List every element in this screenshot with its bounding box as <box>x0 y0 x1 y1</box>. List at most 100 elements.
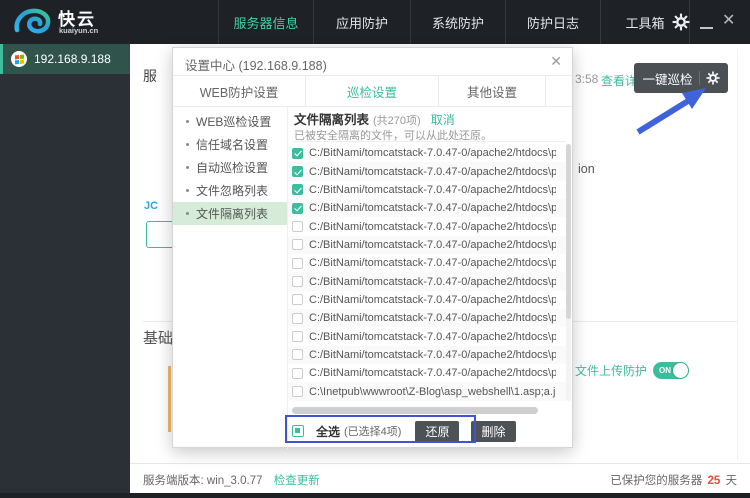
quarantine-count: (共270项) <box>373 115 421 127</box>
bullet-icon <box>186 166 189 169</box>
vertical-scrollbar[interactable] <box>566 144 571 401</box>
modal-title-bar: 设置中心 (192.168.9.188) ✕ <box>173 48 572 76</box>
row-checkbox[interactable] <box>292 331 303 343</box>
quarantine-row[interactable]: C:/BitNami/tomcatstack-7.0.47-0/apache2/… <box>288 327 566 345</box>
divider <box>293 141 566 142</box>
row-checkbox[interactable] <box>292 221 303 233</box>
bg-icon-sliver <box>168 366 171 432</box>
selected-count-note: (已选择4项) <box>344 426 402 438</box>
modal-tabs: WEB防护设置 巡检设置 其他设置 <box>173 76 572 107</box>
restore-button[interactable]: 还原 <box>415 420 460 442</box>
scan-time-fragment: 3:58 <box>575 72 599 86</box>
quarantine-row[interactable]: C:/BitNami/tomcatstack-7.0.47-0/apache2/… <box>288 162 566 181</box>
divider <box>698 71 700 85</box>
quarantine-row[interactable]: C:/BitNami/tomcatstack-7.0.47-0/apache2/… <box>288 309 566 328</box>
quarantine-row[interactable]: C:/BitNami/tomcatstack-7.0.47-0/apache2/… <box>288 181 566 199</box>
menu-item-web-scan-settings[interactable]: WEB巡检设置 <box>173 110 287 133</box>
window-bottom-border <box>0 493 750 498</box>
file-path: C:/BitNami/tomcatstack-7.0.47-0/apache2/… <box>309 348 556 361</box>
menu-item-label: 自动巡检设置 <box>196 161 269 175</box>
minimize-icon[interactable] <box>700 27 713 29</box>
gear-icon[interactable] <box>706 71 720 85</box>
modal-title: 设置中心 (192.168.9.188) <box>185 59 327 73</box>
title-bar: 快云 kuaiyun.cn 服务器信息 应用防护 系统防护 防护日志 工具箱 ✕ <box>0 0 750 44</box>
file-path: C:/BitNami/tomcatstack-7.0.47-0/apache2/… <box>309 147 556 160</box>
file-path: C:/BitNami/tomcatstack-7.0.47-0/apache2/… <box>309 367 556 380</box>
quarantine-row[interactable]: C:/BitNami/tomcatstack-7.0.47-0/apache2/… <box>288 291 566 309</box>
row-checkbox[interactable] <box>292 202 303 214</box>
bg-base-heading-fragment: 基础安全 <box>143 330 172 345</box>
row-checkbox[interactable] <box>292 367 303 379</box>
bullet-icon <box>186 120 189 123</box>
menu-item-trusted-domains[interactable]: 信任域名设置 <box>173 133 287 156</box>
modal-close-icon[interactable]: ✕ <box>550 53 562 70</box>
menu-item-auto-scan-settings[interactable]: 自动巡检设置 <box>173 156 287 179</box>
quarantine-row[interactable]: C:/BitNami/tomcatstack-7.0.47-0/apache2/… <box>288 272 566 291</box>
select-all-checkbox[interactable] <box>292 425 304 437</box>
tab-other-settings[interactable]: 其他设置 <box>439 76 546 107</box>
menu-item-file-ignore-list[interactable]: 文件忽略列表 <box>173 179 287 202</box>
horizontal-scrollbar-thumb[interactable] <box>292 407 538 414</box>
quarantine-row[interactable]: C:/BitNami/tomcatstack-7.0.47-0/apache2/… <box>288 235 566 255</box>
file-path: C:/BitNami/tomcatstack-7.0.47-0/apache2/… <box>309 165 556 178</box>
row-checkbox[interactable] <box>292 276 303 288</box>
server-ip-label: 192.168.9.188 <box>34 52 111 66</box>
menu-item-file-quarantine-list[interactable]: 文件隔离列表 <box>173 202 287 225</box>
quarantine-row[interactable]: C:\Inetpub\wwwroot\Z-Blog\asp_webshell\1… <box>288 382 566 401</box>
row-checkbox[interactable] <box>292 166 303 178</box>
bg-content-border <box>737 50 738 460</box>
nav-tab-system-protection[interactable]: 系统防护 <box>410 0 505 44</box>
check-update-link[interactable]: 检查更新 <box>274 475 320 487</box>
row-checkbox[interactable] <box>292 257 303 269</box>
tab-scan-settings[interactable]: 巡检设置 <box>306 76 439 107</box>
status-bar: 服务端版本: win_3.0.77 检查更新 已保护您的服务器 25 天 <box>130 463 750 493</box>
file-path: C:/BitNami/tomcatstack-7.0.47-0/apache2/… <box>309 312 556 325</box>
file-path: C:/BitNami/tomcatstack-7.0.47-0/apache2/… <box>309 202 556 215</box>
protected-prefix: 已保护您的服务器 <box>610 475 703 487</box>
vertical-scrollbar-thumb[interactable] <box>566 144 571 319</box>
quarantine-row[interactable]: C:/BitNami/tomcatstack-7.0.47-0/apache2/… <box>288 217 566 235</box>
quarantine-row[interactable]: C:/BitNami/tomcatstack-7.0.47-0/apache2/… <box>288 199 566 218</box>
quarantine-list: C:/BitNami/tomcatstack-7.0.47-0/apache2/… <box>288 144 566 401</box>
file-path: C:/BitNami/tomcatstack-7.0.47-0/apache2/… <box>309 257 556 270</box>
row-checkbox[interactable] <box>292 349 303 361</box>
quarantine-row[interactable]: C:/BitNami/tomcatstack-7.0.47-0/apache2/… <box>288 364 566 382</box>
tab-web-protection[interactable]: WEB防护设置 <box>173 76 306 107</box>
nav-tab-server-info[interactable]: 服务器信息 <box>218 0 313 44</box>
row-checkbox[interactable] <box>292 147 303 159</box>
cancel-link[interactable]: 取消 <box>431 111 455 128</box>
menu-item-label: 文件忽略列表 <box>196 184 269 198</box>
server-version-label: 服务端版本: win_3.0.77 <box>143 475 263 487</box>
nav-tab-protection-logs[interactable]: 防护日志 <box>505 0 600 44</box>
main-nav: 服务器信息 应用防护 系统防护 防护日志 工具箱 <box>218 0 690 44</box>
delete-button[interactable]: 删除 <box>471 420 516 442</box>
bullet-icon <box>186 212 189 215</box>
file-path: C:/BitNami/tomcatstack-7.0.47-0/apache2/… <box>309 275 556 288</box>
row-checkbox[interactable] <box>292 184 303 196</box>
menu-item-label: 文件隔离列表 <box>196 207 269 221</box>
row-checkbox[interactable] <box>292 386 303 398</box>
settings-gear-icon[interactable] <box>672 13 690 31</box>
protected-suffix: 天 <box>725 475 738 487</box>
row-checkbox[interactable] <box>292 294 303 306</box>
bg-text-fragment: ion <box>578 162 595 176</box>
upload-protection-toggle[interactable]: ON <box>653 362 690 379</box>
nav-tab-app-protection[interactable]: 应用防护 <box>313 0 410 44</box>
menu-item-label: 信任域名设置 <box>196 138 269 152</box>
quarantine-footer: 全选 (已选择4项) 还原 删除 <box>292 417 516 445</box>
quick-scan-button[interactable]: 一键巡检 <box>634 63 728 93</box>
settings-modal: 设置中心 (192.168.9.188) ✕ WEB防护设置 巡检设置 其他设置… <box>172 47 574 449</box>
bg-section-title-fragment: 服务器 <box>143 68 156 84</box>
upload-protection-label: 文件上传防护 <box>575 364 648 378</box>
quarantine-row[interactable]: C:/BitNami/tomcatstack-7.0.47-0/apache2/… <box>288 345 566 365</box>
quarantine-panel: 文件隔离列表 (共270项) 取消 已被安全隔离的文件，可以从此处还原。 C:/… <box>288 107 574 449</box>
row-checkbox[interactable] <box>292 239 303 251</box>
file-path: C:/BitNami/tomcatstack-7.0.47-0/apache2/… <box>309 238 556 251</box>
bullet-icon <box>186 143 189 146</box>
quarantine-row[interactable]: C:/BitNami/tomcatstack-7.0.47-0/apache2/… <box>288 144 566 162</box>
quarantine-row[interactable]: C:/BitNami/tomcatstack-7.0.47-0/apache2/… <box>288 254 566 272</box>
close-icon[interactable]: ✕ <box>722 10 735 30</box>
sidebar-item-server[interactable]: 192.168.9.188 <box>0 44 130 74</box>
row-checkbox[interactable] <box>292 312 303 324</box>
file-path: C:/BitNami/tomcatstack-7.0.47-0/apache2/… <box>309 183 556 196</box>
